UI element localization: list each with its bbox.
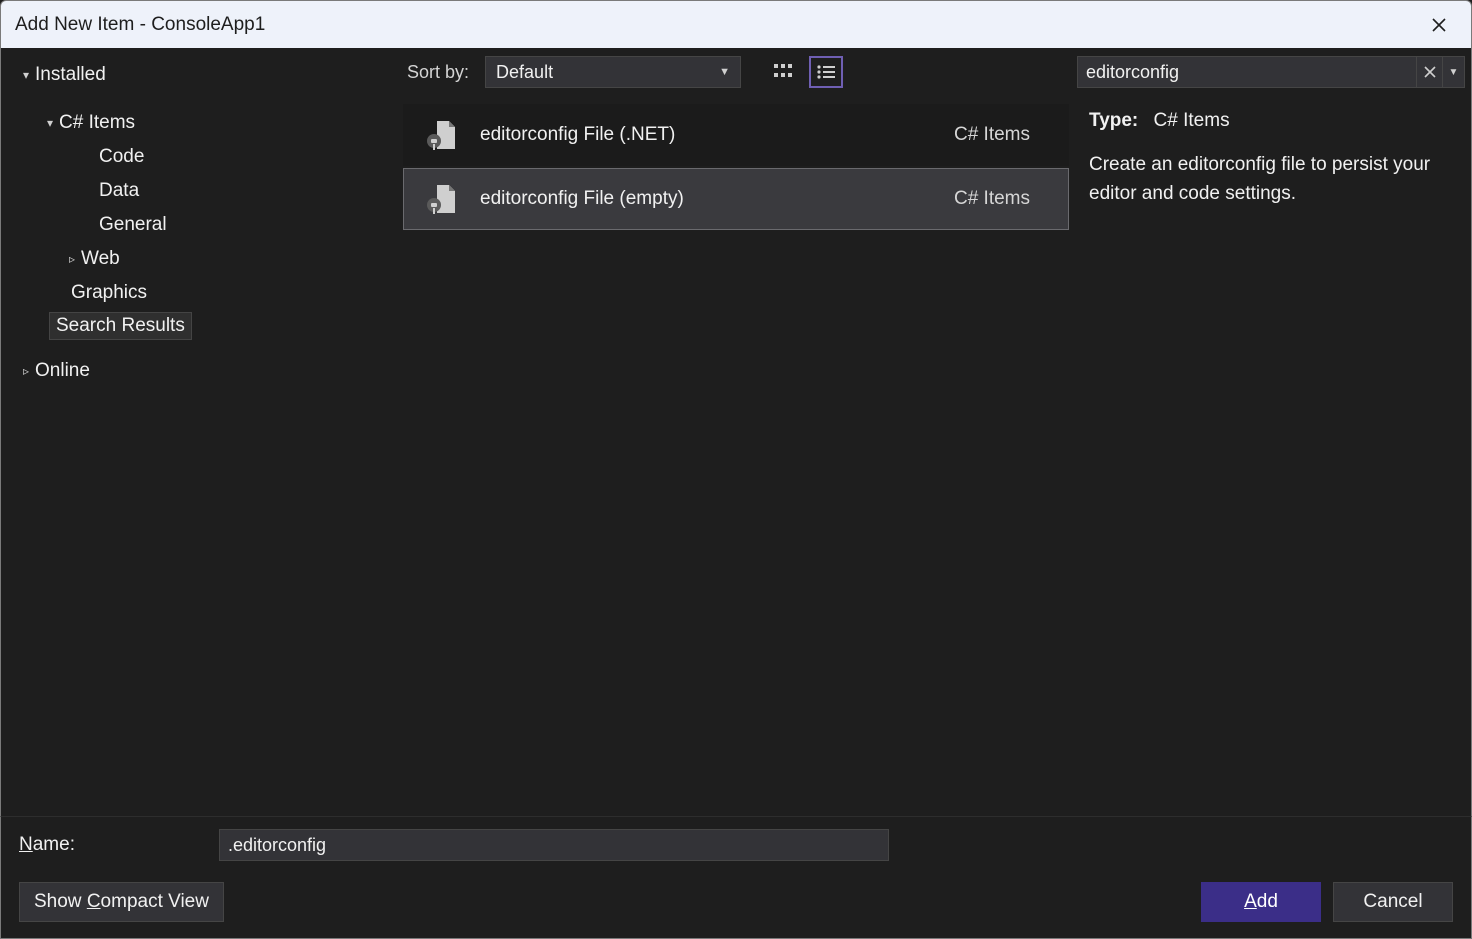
- add-rest: dd: [1257, 891, 1278, 912]
- chevron-down-icon: ▼: [1449, 67, 1459, 78]
- template-type: C# Items: [954, 188, 1050, 210]
- tree-item-search-results[interactable]: Search Results: [49, 312, 192, 340]
- name-label-accelerator: N: [19, 834, 33, 855]
- view-grid-button[interactable]: [767, 56, 801, 88]
- tree-item-label: Code: [99, 146, 144, 168]
- tree-item-label: Data: [99, 180, 139, 202]
- compact-accelerator: C: [87, 891, 101, 912]
- search-clear-button[interactable]: [1417, 56, 1443, 88]
- template-type: C# Items: [954, 124, 1050, 146]
- template-toolbar: Sort by: Default ▼: [401, 48, 1071, 96]
- tree-item-web[interactable]: ▹ Web: [1, 242, 401, 276]
- button-row: Show Compact View Add Cancel: [19, 882, 1453, 922]
- tree-item-data[interactable]: Data: [1, 174, 401, 208]
- details-type-value: C# Items: [1154, 110, 1230, 131]
- chevron-down-icon: ▾: [17, 68, 35, 82]
- editorconfig-file-icon: [422, 180, 460, 218]
- close-button[interactable]: [1421, 7, 1457, 43]
- tree-item-graphics[interactable]: Graphics: [1, 276, 401, 310]
- details-type-label: Type:: [1089, 110, 1138, 131]
- editorconfig-file-icon: [422, 116, 460, 154]
- details-description: Create an editorconfig file to persist y…: [1089, 150, 1453, 209]
- name-row: Name:: [19, 829, 1453, 861]
- right-buttons: Add Cancel: [1201, 882, 1453, 922]
- template-row[interactable]: editorconfig File (empty) C# Items: [403, 168, 1069, 230]
- list-icon: [816, 64, 836, 80]
- sortby-value: Default: [496, 62, 553, 83]
- tree-item-label: Installed: [35, 64, 106, 86]
- show-compact-view-button[interactable]: Show Compact View: [19, 882, 224, 922]
- template-name: editorconfig File (.NET): [480, 124, 934, 146]
- template-list: editorconfig File (.NET) C# Items editor…: [401, 96, 1071, 238]
- tree-item-label: General: [99, 214, 167, 236]
- template-row[interactable]: editorconfig File (.NET) C# Items: [403, 104, 1069, 166]
- tree-item-installed[interactable]: ▾ Installed: [1, 58, 401, 92]
- sortby-dropdown[interactable]: Default ▼: [485, 56, 741, 88]
- tree-item-label: Search Results: [56, 315, 185, 336]
- close-icon: [1424, 66, 1436, 78]
- compact-rest: ompact View: [101, 891, 209, 912]
- tree-item-code[interactable]: Code: [1, 140, 401, 174]
- name-label: Name:: [19, 834, 219, 856]
- details-body: Type: C# Items Create an editorconfig fi…: [1071, 96, 1471, 223]
- footer: Name: Show Compact View Add Cancel: [0, 816, 1472, 939]
- sortby-label: Sort by:: [407, 62, 469, 83]
- tree-item-label: Online: [35, 360, 90, 382]
- cancel-button[interactable]: Cancel: [1333, 882, 1453, 922]
- tree-item-csharp-items[interactable]: ▾ C# Items: [1, 106, 401, 140]
- close-icon: [1431, 17, 1447, 33]
- name-label-rest: ame:: [33, 834, 75, 855]
- tree-item-general[interactable]: General: [1, 208, 401, 242]
- chevron-right-icon: ▹: [17, 364, 35, 378]
- content: ▾ Installed ▾ C# Items Code Data General…: [0, 48, 1472, 816]
- window-title: Add New Item - ConsoleApp1: [15, 14, 265, 36]
- chevron-down-icon: ▼: [719, 66, 730, 78]
- tree-item-label: Web: [81, 248, 120, 270]
- tree-item-label: Graphics: [71, 282, 147, 304]
- template-pane: Sort by: Default ▼: [401, 48, 1071, 816]
- add-accelerator: A: [1244, 891, 1257, 912]
- tree-item-label: C# Items: [59, 112, 135, 134]
- chevron-down-icon: ▾: [41, 116, 59, 130]
- view-list-button[interactable]: [809, 56, 843, 88]
- name-input[interactable]: [219, 829, 889, 861]
- add-button[interactable]: Add: [1201, 882, 1321, 922]
- chevron-right-icon: ▹: [63, 252, 81, 266]
- compact-pre: Show: [34, 891, 87, 912]
- template-name: editorconfig File (empty): [480, 188, 934, 210]
- details-pane: ▼ Type: C# Items Create an editorconfig …: [1071, 48, 1471, 816]
- search-input[interactable]: [1077, 56, 1417, 88]
- grid-icon: [773, 63, 795, 81]
- search-dropdown-button[interactable]: ▼: [1443, 56, 1465, 88]
- details-type-row: Type: C# Items: [1089, 110, 1453, 132]
- tree-item-online[interactable]: ▹ Online: [1, 354, 401, 388]
- category-tree: ▾ Installed ▾ C# Items Code Data General…: [1, 48, 401, 816]
- titlebar: Add New Item - ConsoleApp1: [0, 0, 1472, 48]
- cancel-label: Cancel: [1363, 891, 1422, 913]
- search-wrap: ▼: [1071, 48, 1471, 96]
